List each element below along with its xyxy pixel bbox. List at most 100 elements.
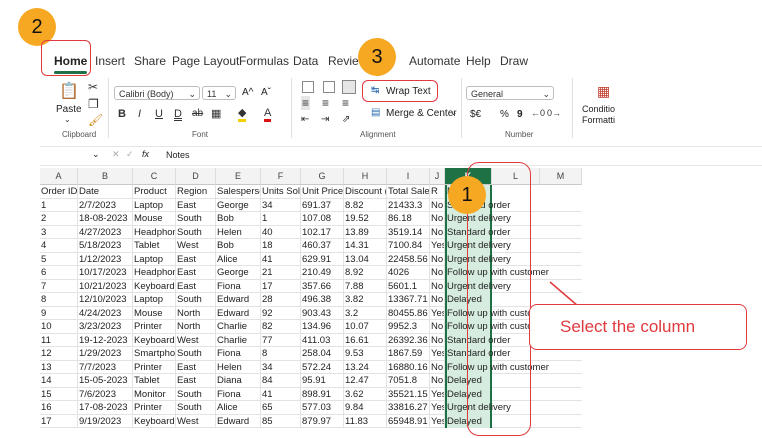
cut-icon[interactable]: ✂ <box>88 81 98 93</box>
table-cell[interactable]: 15-05-2023 <box>78 374 133 388</box>
header-cell[interactable]: Discount ( <box>344 185 387 199</box>
table-cell[interactable]: 1 <box>261 212 301 226</box>
strikethrough-icon[interactable]: ab <box>192 109 203 119</box>
table-cell[interactable]: 4026 <box>387 266 430 280</box>
header-cell[interactable]: Product <box>133 185 176 199</box>
table-cell[interactable]: 19-12-2023 <box>78 333 133 347</box>
table-cell[interactable]: 16880.16 <box>387 360 430 374</box>
column-header-m[interactable]: M <box>540 168 582 185</box>
table-cell[interactable]: Yes <box>430 347 445 361</box>
table-cell[interactable]: Printer <box>133 401 176 415</box>
borders-icon[interactable]: ▦ <box>211 109 221 120</box>
table-cell[interactable]: 10 <box>40 320 78 334</box>
font-name-select[interactable]: Calibri (Body) ⌄ <box>114 86 200 100</box>
table-cell[interactable]: 85 <box>261 414 301 428</box>
table-cell[interactable]: 102.17 <box>301 225 344 239</box>
chevron-down-icon[interactable]: ⌄ <box>450 108 458 117</box>
currency-button[interactable]: $€ <box>470 109 481 120</box>
bold-icon[interactable]: B <box>118 109 126 120</box>
table-cell[interactable]: Yes <box>430 387 445 401</box>
wrap-text-button[interactable]: Wrap Text <box>386 86 431 97</box>
table-cell[interactable]: George <box>216 266 261 280</box>
table-cell[interactable]: 12.47 <box>344 374 387 388</box>
table-cell[interactable]: Bob <box>216 239 261 253</box>
table-cell[interactable]: 9952.3 <box>387 320 430 334</box>
table-cell[interactable]: 460.37 <box>301 239 344 253</box>
table-cell[interactable]: Headphon <box>133 266 176 280</box>
table-cell[interactable]: No <box>430 360 445 374</box>
font-size-select[interactable]: 11 ⌄ <box>202 86 236 100</box>
table-cell[interactable]: 34 <box>261 360 301 374</box>
table-cell[interactable]: 28 <box>261 293 301 307</box>
font-color-icon[interactable]: A <box>264 108 272 122</box>
table-cell[interactable]: 210.49 <box>301 266 344 280</box>
comma-style-button[interactable]: 9 <box>517 109 523 120</box>
merge-center-button[interactable]: Merge & Center <box>386 108 457 119</box>
table-cell[interactable]: No <box>430 279 445 293</box>
tab-data[interactable]: Data <box>293 50 318 72</box>
table-cell[interactable]: South <box>176 225 216 239</box>
column-header-a[interactable]: A <box>40 168 78 185</box>
table-cell[interactable]: 9 <box>40 306 78 320</box>
formula-input[interactable]: Notes <box>166 150 190 160</box>
header-cell[interactable]: Order ID <box>40 185 78 199</box>
insert-function-button[interactable]: fx <box>142 149 149 159</box>
header-cell[interactable]: Units Sold <box>261 185 301 199</box>
table-cell[interactable]: 21 <box>261 266 301 280</box>
table-cell[interactable]: North <box>176 306 216 320</box>
table-cell[interactable]: 80455.86 <box>387 306 430 320</box>
enter-icon[interactable]: ✓ <box>126 149 134 160</box>
table-cell[interactable]: East <box>176 374 216 388</box>
underline-icon[interactable]: U <box>155 109 163 120</box>
table-cell[interactable]: 8 <box>40 293 78 307</box>
header-cell[interactable]: Region <box>176 185 216 199</box>
tab-home[interactable]: Home <box>54 50 88 74</box>
table-cell[interactable]: Diana <box>216 374 261 388</box>
table-cell[interactable]: Mouse <box>133 306 176 320</box>
table-cell[interactable] <box>540 239 582 253</box>
name-box-dropdown-icon[interactable]: ⌄ <box>92 149 100 160</box>
align-middle-icon[interactable] <box>323 81 335 93</box>
table-cell[interactable]: East <box>176 266 216 280</box>
table-cell[interactable]: South <box>176 347 216 361</box>
table-cell[interactable]: 4/27/2023 <box>78 225 133 239</box>
table-cell[interactable]: 8.82 <box>344 198 387 212</box>
increase-decimal-icon[interactable]: ←0 <box>531 109 545 118</box>
table-cell[interactable]: 13.89 <box>344 225 387 239</box>
align-left-icon[interactable]: ≡ <box>301 96 311 110</box>
table-cell[interactable]: 7/7/2023 <box>78 360 133 374</box>
table-cell[interactable]: West <box>176 333 216 347</box>
table-cell[interactable]: 9/19/2023 <box>78 414 133 428</box>
decrease-indent-icon[interactable]: ⇤ <box>301 115 309 125</box>
shrink-font-button[interactable]: Aˇ <box>261 87 271 98</box>
table-cell[interactable]: 16 <box>40 401 78 415</box>
table-cell[interactable]: 572.24 <box>301 360 344 374</box>
table-cell[interactable]: 258.04 <box>301 347 344 361</box>
table-cell[interactable]: Monitor <box>133 387 176 401</box>
column-header-d[interactable]: D <box>176 168 216 185</box>
table-cell[interactable]: 4/24/2023 <box>78 306 133 320</box>
header-cell[interactable]: Date <box>78 185 133 199</box>
table-cell[interactable]: 22458.56 <box>387 252 430 266</box>
tab-help[interactable]: Help <box>466 50 491 72</box>
decrease-decimal-icon[interactable]: 0→ <box>547 109 561 118</box>
table-cell[interactable]: 13.04 <box>344 252 387 266</box>
table-cell[interactable]: 17-08-2023 <box>78 401 133 415</box>
table-cell[interactable]: 13 <box>40 360 78 374</box>
table-cell[interactable]: Bob <box>216 212 261 226</box>
table-cell[interactable]: 2 <box>40 212 78 226</box>
paste-dropdown-icon[interactable]: ⌄ <box>64 116 71 124</box>
table-cell[interactable]: Laptop <box>133 293 176 307</box>
table-cell[interactable]: Laptop <box>133 198 176 212</box>
table-cell[interactable]: 5 <box>40 252 78 266</box>
table-cell[interactable]: 7100.84 <box>387 239 430 253</box>
table-cell[interactable]: 7051.8 <box>387 374 430 388</box>
table-cell[interactable]: Alice <box>216 252 261 266</box>
table-cell[interactable] <box>540 361 582 374</box>
table-cell[interactable]: 2/7/2023 <box>78 198 133 212</box>
table-cell[interactable]: 35521.15 <box>387 387 430 401</box>
table-cell[interactable]: 14 <box>40 374 78 388</box>
table-cell[interactable]: West <box>176 414 216 428</box>
table-cell[interactable]: 65948.91 <box>387 414 430 428</box>
table-cell[interactable]: 5601.1 <box>387 279 430 293</box>
